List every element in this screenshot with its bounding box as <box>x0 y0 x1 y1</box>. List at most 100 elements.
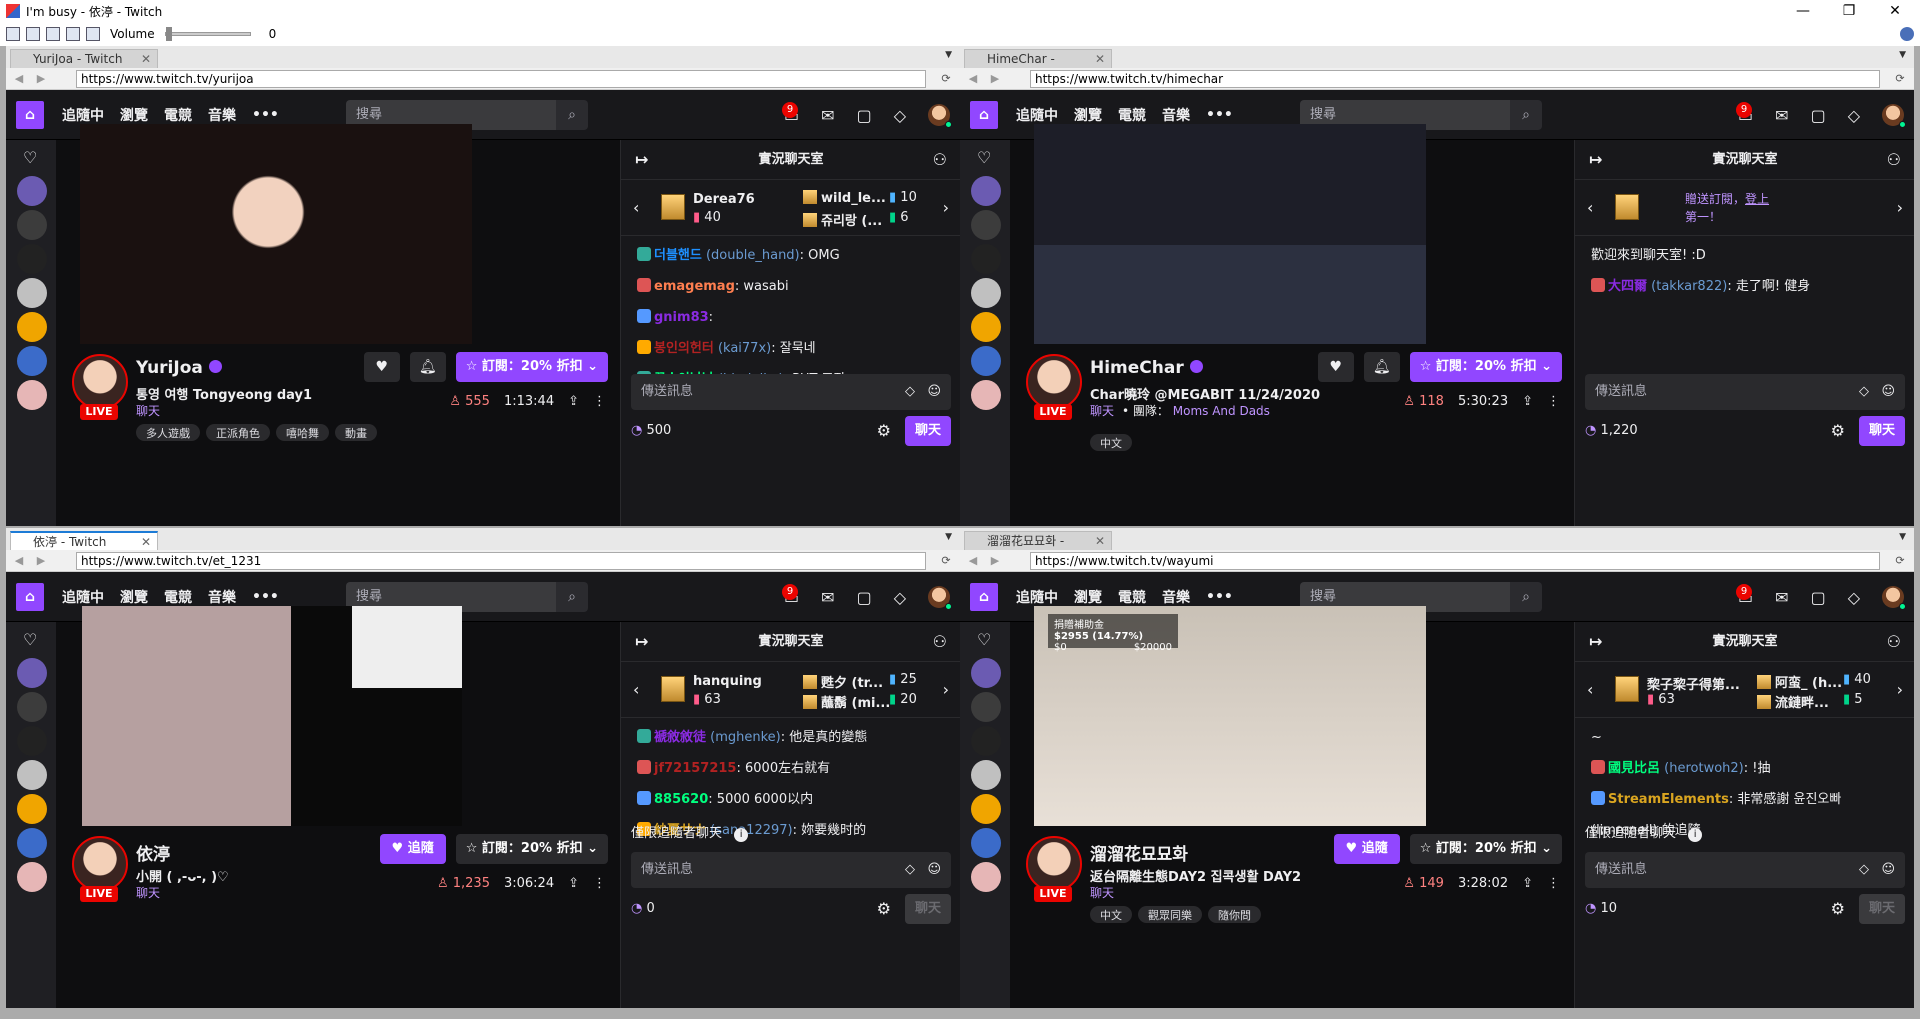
whisper-icon[interactable]: ▢ <box>857 588 872 607</box>
subscribe-button[interactable]: ☆ 訂閱：20% 折扣 ⌄ <box>455 352 608 382</box>
followed-channel-avatar[interactable] <box>971 692 1001 722</box>
back-icon[interactable]: ◀ <box>964 71 982 87</box>
leaderboard-prev-icon[interactable]: ‹ <box>1587 680 1593 699</box>
new-icon[interactable] <box>6 27 20 41</box>
community-icon[interactable]: ⚇ <box>1887 140 1901 180</box>
subscribe-button[interactable]: ☆ 訂閱：20% 折扣 ⌄ <box>1409 352 1562 382</box>
forward-icon[interactable]: ▶ <box>32 71 50 87</box>
forward-icon[interactable]: ▶ <box>986 553 1004 569</box>
unfollow-heart-icon[interactable]: ♥ <box>363 352 400 382</box>
forward-icon[interactable]: ▶ <box>32 553 50 569</box>
refresh-icon[interactable]: ⟳ <box>936 553 956 569</box>
stream-tag[interactable]: 正派角色 <box>206 424 270 441</box>
maximize-button[interactable]: ❐ <box>1826 0 1872 22</box>
share-icon[interactable]: ⇪ <box>1522 394 1533 409</box>
user-avatar[interactable] <box>928 104 952 128</box>
followed-channel-avatar[interactable] <box>17 760 47 790</box>
followed-channel-avatar[interactable] <box>971 176 1001 206</box>
tab-close-icon[interactable]: ✕ <box>141 533 151 551</box>
inbox-icon[interactable]: ▭9 <box>1736 583 1753 607</box>
nav-esports[interactable]: 電競 <box>164 587 192 607</box>
bits-input-icon[interactable]: ◇ <box>905 374 915 410</box>
bits-input-icon[interactable]: ◇ <box>1859 374 1869 410</box>
bits-icon[interactable]: ◇ <box>894 106 906 125</box>
url-input[interactable]: https://www.twitch.tv/himechar <box>1030 70 1880 88</box>
more-options-icon[interactable]: ⋮ <box>593 876 606 891</box>
video-player[interactable] <box>82 606 462 826</box>
info-icon[interactable]: i <box>1688 828 1703 842</box>
chat-username[interactable]: gnim83 <box>654 310 709 325</box>
save-all-icon[interactable] <box>66 27 80 41</box>
leaderboard-next-icon[interactable]: › <box>943 198 949 217</box>
followed-channel-avatar[interactable] <box>971 380 1001 410</box>
refresh-icon[interactable]: ⟳ <box>936 71 956 87</box>
followed-channel-avatar[interactable] <box>17 726 47 756</box>
followed-channel-avatar[interactable] <box>971 346 1001 376</box>
nav-following[interactable]: 追隨中 <box>1016 105 1058 125</box>
share-icon[interactable]: ⇪ <box>1522 876 1533 891</box>
nav-following[interactable]: 追隨中 <box>1016 587 1058 607</box>
chat-username[interactable]: StreamElements <box>1608 792 1729 807</box>
settings-globe-icon[interactable] <box>1900 27 1914 41</box>
streamer-name[interactable]: YuriJoa <box>136 358 203 378</box>
followed-channel-avatar[interactable] <box>971 312 1001 342</box>
followed-channel-avatar[interactable] <box>17 176 47 206</box>
streamer-name[interactable]: 溜溜花묘묘화 <box>1090 845 1188 865</box>
emote-picker-icon[interactable]: ☺ <box>927 852 941 888</box>
share-icon[interactable]: ⇪ <box>568 394 579 409</box>
top-gifter-name[interactable]: 棃子棃子得第... <box>1647 674 1740 693</box>
whisper-icon[interactable]: ▢ <box>1811 588 1826 607</box>
mail-icon[interactable]: ✉ <box>1775 106 1788 125</box>
login-link[interactable]: 登上 <box>1745 192 1769 206</box>
bits-input-icon[interactable]: ◇ <box>905 852 915 888</box>
layout-icon[interactable] <box>86 27 100 41</box>
leaderboard-prev-icon[interactable]: ‹ <box>1587 198 1593 217</box>
second-gifter-name[interactable]: 甦夕 (tr... <box>821 676 883 691</box>
stream-tag[interactable]: 觀眾同樂 <box>1138 906 1202 923</box>
followed-channel-avatar[interactable] <box>971 794 1001 824</box>
chat-username[interactable]: 885620 <box>654 792 708 807</box>
subscribe-button[interactable]: ☆ 訂閱：20% 折扣 ⌄ <box>1409 834 1562 864</box>
chat-username[interactable]: 大四爾 <box>1608 279 1647 294</box>
collapse-chat-icon[interactable]: ↦ <box>635 140 648 180</box>
search-icon[interactable]: ⌕ <box>1510 100 1542 130</box>
subscribe-button[interactable]: ☆ 訂閱：20% 折扣 ⌄ <box>455 834 608 864</box>
followed-channel-avatar[interactable] <box>971 760 1001 790</box>
tab-list-icon[interactable]: ▼ <box>945 50 952 60</box>
twitch-logo-icon[interactable]: ⌂ <box>970 101 998 129</box>
url-input[interactable]: https://www.twitch.tv/yurijoa <box>76 70 926 88</box>
chat-username[interactable]: 더블핸드 <box>654 248 702 263</box>
streamer-avatar[interactable] <box>72 354 128 410</box>
followed-channel-avatar[interactable] <box>971 862 1001 892</box>
chat-username[interactable]: emagemag <box>654 279 735 294</box>
bits-input-icon[interactable]: ◇ <box>1859 852 1869 888</box>
nav-browse[interactable]: 瀏覽 <box>1074 587 1102 607</box>
heart-icon[interactable]: ♡ <box>977 630 991 649</box>
tab-list-icon[interactable]: ▼ <box>945 532 952 542</box>
third-gifter-name[interactable]: 流鏈畔... <box>1775 696 1829 711</box>
nav-more[interactable]: ••• <box>252 589 279 605</box>
collapse-chat-icon[interactable]: ↦ <box>1589 622 1602 662</box>
chat-send-button[interactable]: 聊天 <box>1859 416 1905 446</box>
emote-picker-icon[interactable]: ☺ <box>927 374 941 410</box>
collapse-chat-icon[interactable]: ↦ <box>635 622 648 662</box>
followed-channel-avatar[interactable] <box>971 658 1001 688</box>
stream-category[interactable]: 聊天 <box>1090 886 1114 900</box>
nav-music[interactable]: 音樂 <box>208 587 236 607</box>
nav-following[interactable]: 追隨中 <box>62 105 104 125</box>
top-gifter-name[interactable]: Derea76 <box>693 192 755 207</box>
refresh-icon[interactable]: ⟳ <box>1890 553 1910 569</box>
community-icon[interactable]: ⚇ <box>933 622 947 662</box>
whisper-icon[interactable]: ▢ <box>857 106 872 125</box>
leaderboard-next-icon[interactable]: › <box>943 680 949 699</box>
notification-bell-icon[interactable]: 🔔︎ <box>409 352 446 382</box>
followed-channel-avatar[interactable] <box>971 726 1001 756</box>
chat-send-button[interactable]: 聊天 <box>1859 894 1905 924</box>
chat-username[interactable]: 褫敘敘徒 <box>654 730 706 745</box>
volume-slider[interactable] <box>164 27 251 41</box>
browser-tab[interactable]: 溜溜花묘묘화 - Twitch✕ <box>964 531 1112 566</box>
followed-channel-avatar[interactable] <box>17 244 47 274</box>
tab-list-icon[interactable]: ▼ <box>1899 50 1906 60</box>
heart-icon[interactable]: ♡ <box>23 630 37 649</box>
channel-points-icon[interactable]: ◔ <box>631 423 642 438</box>
